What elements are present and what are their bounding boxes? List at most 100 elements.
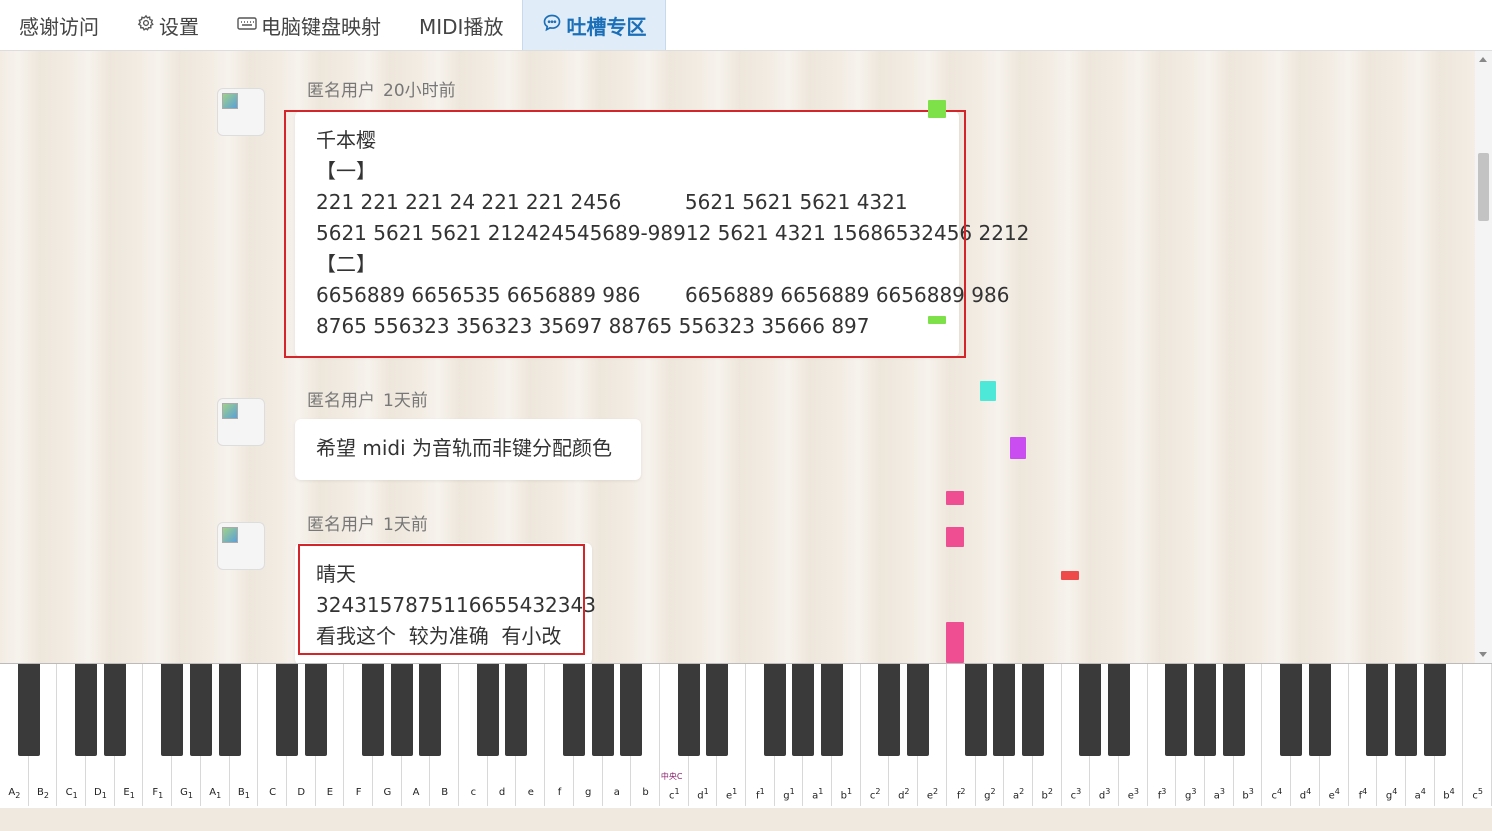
key-label: a4 [1414,787,1426,802]
black-key[interactable] [1308,664,1331,756]
key-label: e [527,787,534,798]
avatar [217,522,265,570]
key-label: F1 [152,787,164,800]
key-label: d [498,787,506,798]
tab-feedback[interactable]: 吐槽专区 [522,0,667,50]
comment-time: 1天前 [383,391,428,411]
key-label: c3 [1070,787,1082,802]
bottom-strip [0,808,1492,831]
key-label: E1 [123,787,135,800]
tab-midi-play[interactable]: MIDI播放 [400,0,522,50]
black-key[interactable] [304,664,327,756]
black-key[interactable] [1394,664,1417,756]
key-label: b4 [1443,787,1455,802]
black-key[interactable] [677,664,700,756]
black-key[interactable] [275,664,298,756]
tab-keyboard-map[interactable]: 电脑键盘映射 [218,0,400,50]
key-label: C [269,787,277,798]
black-key[interactable] [763,664,786,756]
black-key[interactable] [821,664,844,756]
key-label: b3 [1242,787,1254,802]
black-key[interactable] [476,664,499,756]
comment-user: 匿名用户 [307,81,375,101]
black-key[interactable] [1079,664,1102,756]
black-key[interactable] [218,664,241,756]
scrollbar[interactable] [1475,51,1492,663]
comment-line: 5621 5621 5621 212424545689-98912 5621 4… [316,221,1030,245]
key-label: e1 [726,787,738,802]
key-label: e2 [926,787,939,802]
key-label: e4 [1328,787,1340,802]
black-key[interactable] [562,664,585,756]
comment-bubble: 千本樱 【一】 221 221 221 24 221 221 2456 5621… [295,111,1030,357]
comment-line: 【一】 [316,159,376,183]
key-label: g1 [783,787,795,802]
comment-user: 匿名用户 [307,391,375,411]
avatar [217,88,265,136]
falling-note [980,381,996,401]
comment-header: 匿名用户 1天前 [307,510,428,535]
black-key[interactable] [1165,664,1188,756]
tab-thanks[interactable]: 感谢访问 [0,0,118,50]
key-label: d4 [1299,787,1312,802]
black-key[interactable] [591,664,614,756]
black-key[interactable] [362,664,384,756]
comment-line: 221 221 221 24 221 221 2456 5621 5621 56… [316,190,908,214]
tab-settings[interactable]: 设置 [118,0,218,50]
keyboard-icon [237,15,257,35]
black-key[interactable] [1280,664,1303,756]
key-label: f1 [756,787,765,802]
key-label: f [557,787,562,798]
falling-note [928,316,946,324]
key-label: b [642,787,649,798]
black-key[interactable] [706,664,729,756]
comments-area[interactable]: 匿名用户 20小时前 千本樱 【一】 221 221 221 24 221 221… [0,51,1475,663]
black-key[interactable] [1366,664,1389,756]
black-key[interactable] [161,664,184,756]
black-key[interactable] [964,664,987,756]
black-key[interactable] [390,664,413,756]
key-label: c4 [1271,787,1283,802]
black-key[interactable] [505,664,528,756]
scroll-thumb[interactable] [1478,153,1489,221]
black-key[interactable] [1222,664,1245,756]
top-nav: 感谢访问 设置 电脑键盘映射 MIDI播放 吐槽专区 [0,0,1492,51]
comment-line: 看我这个 较为准确 有小改 [316,624,562,648]
black-key[interactable] [878,664,901,756]
black-key[interactable] [993,664,1016,756]
key-label: B [441,787,449,798]
key-label: g3 [1184,787,1197,802]
comment-line: 8765 556323 356323 35697 88765 556323 35… [316,314,870,338]
key-label: d3 [1098,787,1111,802]
tab-label: 电脑键盘映射 [261,14,381,39]
black-key[interactable] [17,664,40,756]
black-key[interactable] [1423,664,1446,756]
key-label: d2 [898,787,910,802]
comment-header: 匿名用户 20小时前 [307,76,456,101]
key-label: D1 [94,787,107,800]
black-key[interactable] [189,664,212,756]
black-key[interactable] [1021,664,1044,756]
black-key[interactable] [419,664,442,756]
key-label: f3 [1157,787,1167,802]
key-label: a1 [812,787,824,802]
black-key[interactable] [103,664,126,756]
black-key[interactable] [792,664,815,756]
black-key[interactable] [907,664,930,756]
scroll-up-arrow[interactable] [1479,57,1487,62]
key-label: d1 [697,787,709,802]
key-label: e3 [1127,787,1139,802]
comment-line: 千本樱 [316,128,376,152]
black-key[interactable] [620,664,643,756]
black-key[interactable] [1108,664,1130,756]
black-key[interactable] [1194,664,1217,756]
black-key[interactable] [75,664,98,756]
key-label: E [326,787,334,798]
key-label: g [585,787,592,798]
falling-note [928,100,946,118]
tab-label: 设置 [159,14,199,39]
key-label: A1 [209,787,222,800]
key-label: b2 [1041,787,1053,802]
white-key[interactable] [1463,664,1492,806]
scroll-down-arrow[interactable] [1479,652,1487,657]
